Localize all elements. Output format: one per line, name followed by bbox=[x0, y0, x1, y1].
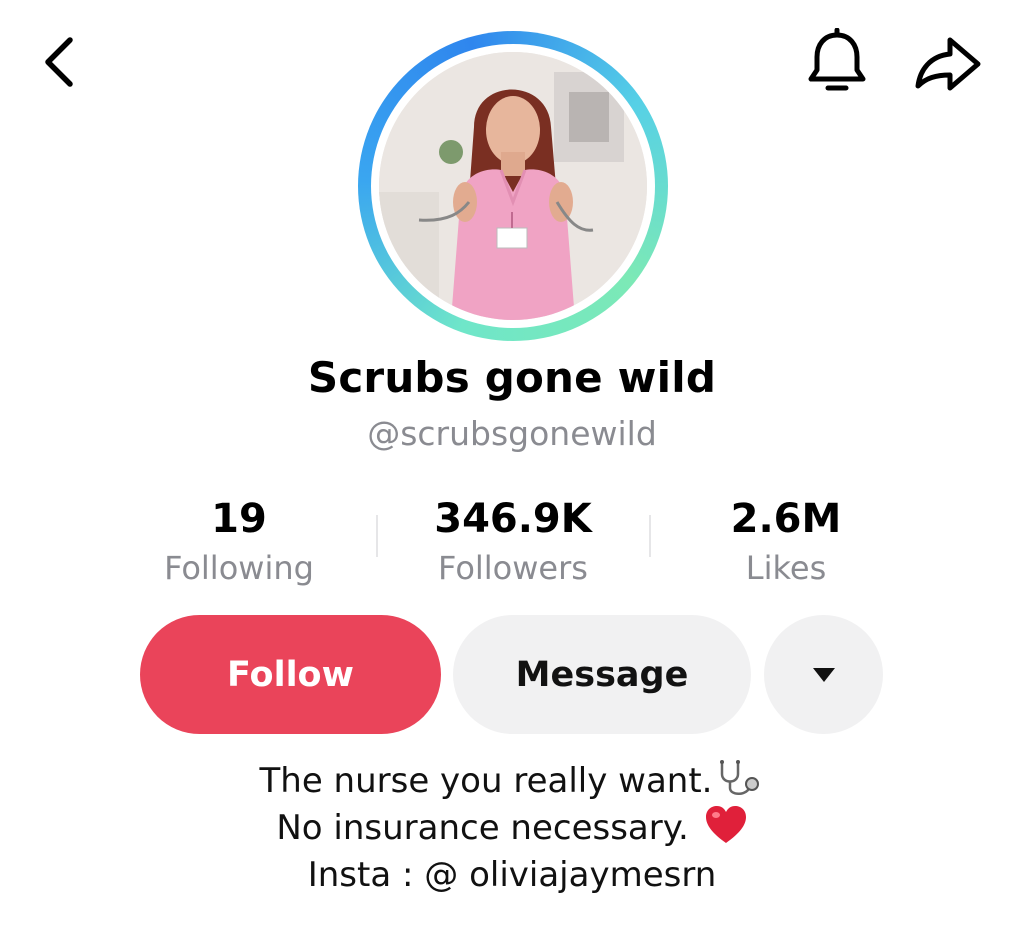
notification-bell-button[interactable] bbox=[798, 27, 876, 98]
stat-likes[interactable]: 2.6M Likes bbox=[666, 492, 906, 590]
stat-following[interactable]: 19 Following bbox=[119, 492, 359, 590]
bell-icon bbox=[808, 27, 866, 91]
stat-divider bbox=[376, 515, 378, 557]
follow-button[interactable]: Follow bbox=[140, 615, 441, 734]
back-button[interactable] bbox=[36, 32, 86, 92]
avatar bbox=[379, 52, 647, 320]
stat-followers[interactable]: 346.9K Followers bbox=[393, 492, 633, 590]
stethoscope-icon bbox=[720, 760, 760, 795]
profile-handle: @scrubsgonewild bbox=[367, 414, 657, 453]
likes-label: Likes bbox=[745, 549, 827, 587]
bio-line-1: The nurse you really want. bbox=[0, 758, 1024, 805]
chevron-left-icon bbox=[45, 37, 73, 87]
profile-bio: The nurse you really want. No insurance … bbox=[0, 758, 1024, 899]
profile-display-name: Scrubs gone wild bbox=[307, 353, 717, 402]
avatar-photo bbox=[379, 52, 647, 320]
followers-count: 346.9K bbox=[434, 496, 592, 542]
avatar-ring[interactable] bbox=[358, 31, 668, 341]
stat-divider bbox=[649, 515, 651, 557]
following-count: 19 bbox=[211, 496, 267, 542]
avatar-ring-gap bbox=[371, 44, 655, 328]
bio-line-3[interactable]: Insta : @ oliviajaymesrn bbox=[0, 852, 1024, 899]
bio-line-2-text: No insurance necessary. bbox=[276, 808, 689, 848]
caret-down-icon bbox=[812, 667, 835, 682]
bio-line-2: No insurance necessary. bbox=[0, 805, 1024, 852]
more-options-button[interactable] bbox=[764, 615, 883, 734]
message-button[interactable]: Message bbox=[453, 615, 751, 734]
bio-line-1-text: The nurse you really want. bbox=[259, 761, 713, 801]
followers-label: Followers bbox=[438, 549, 588, 587]
share-arrow-icon bbox=[915, 37, 981, 91]
red-heart-icon bbox=[705, 806, 746, 843]
likes-count: 2.6M bbox=[730, 496, 842, 542]
share-button[interactable] bbox=[908, 34, 986, 94]
following-label: Following bbox=[164, 549, 314, 587]
